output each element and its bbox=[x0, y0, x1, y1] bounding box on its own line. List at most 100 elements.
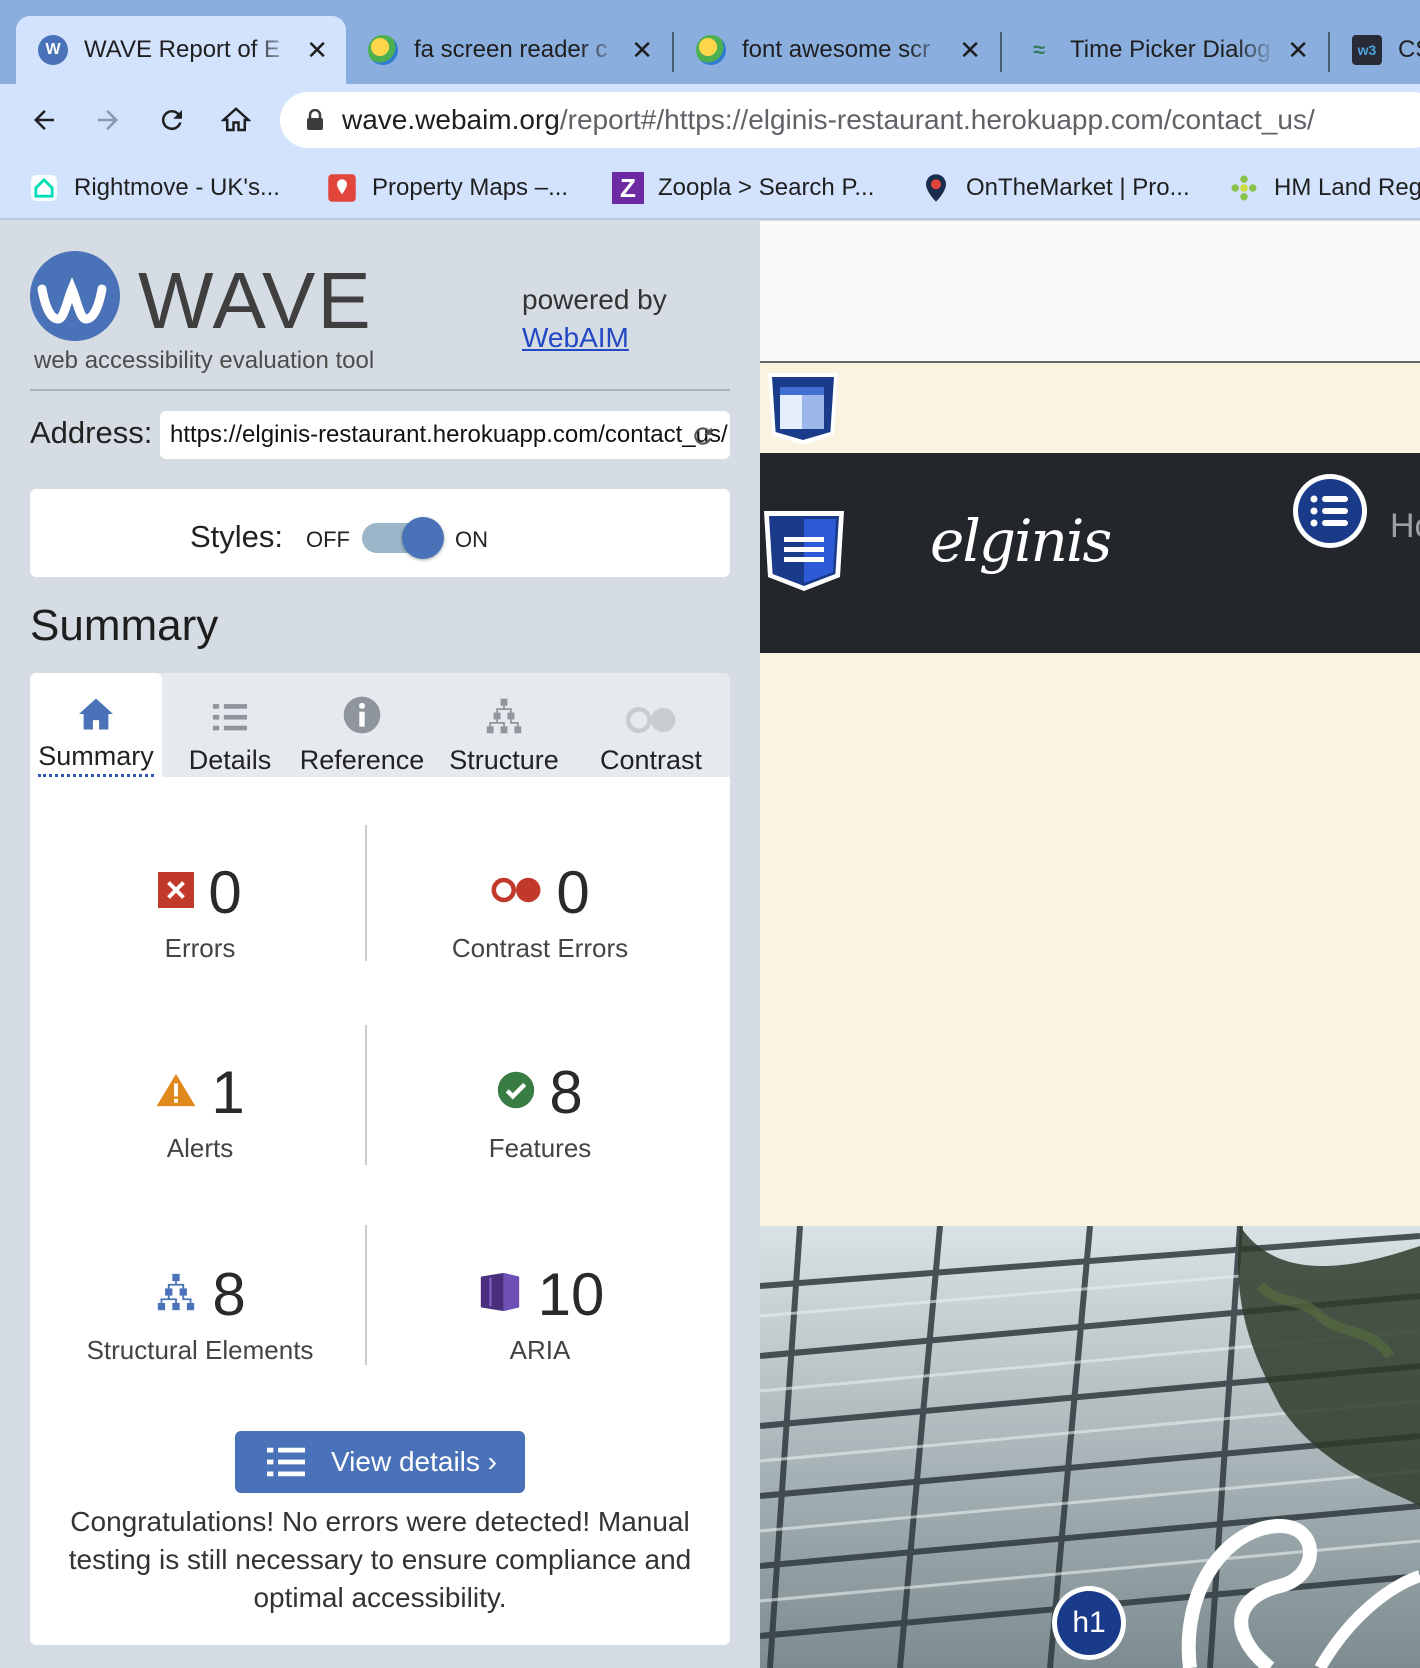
bookmarks-bar: Rightmove - UK's... Property Maps –... Z… bbox=[0, 156, 1420, 220]
alerts-label: Alerts bbox=[166, 1133, 234, 1163]
aria-badge-icon[interactable] bbox=[766, 371, 840, 447]
preview-top-strip bbox=[760, 221, 1420, 363]
back-button[interactable] bbox=[22, 98, 66, 142]
congratulations-message: Congratulations! No errors were detected… bbox=[68, 1506, 692, 1613]
browser-tab-font-awesome[interactable]: font awesome scr ✕ bbox=[674, 16, 999, 84]
angular-material-favicon-icon: ≈ bbox=[1032, 37, 1046, 62]
tab-reference[interactable]: Reference bbox=[292, 673, 432, 777]
stat-alerts[interactable]: 1 Alerts bbox=[30, 1057, 370, 1164]
close-tab-icon[interactable]: ✕ bbox=[959, 35, 981, 66]
divider bbox=[30, 389, 730, 391]
forward-arrow-icon bbox=[98, 110, 118, 130]
structural-count: 8 bbox=[212, 1260, 246, 1328]
contrast-error-icon bbox=[490, 876, 542, 909]
home-icon bbox=[77, 673, 115, 731]
url-host: wave.webaim.org bbox=[342, 104, 560, 135]
webaim-link[interactable]: WebAIM bbox=[522, 322, 629, 353]
tab-title: WAVE Report of E bbox=[84, 36, 281, 63]
aria-count: 10 bbox=[537, 1260, 605, 1328]
tab-details[interactable]: Details bbox=[170, 673, 290, 777]
view-details-button[interactable]: View details › bbox=[235, 1431, 525, 1493]
house-icon bbox=[28, 172, 60, 204]
feature-check-icon bbox=[497, 1071, 535, 1114]
browser-toolbar: wave.webaim.org/report#/https://elginis-… bbox=[0, 84, 1420, 156]
bookmark-label: HM Land Reg bbox=[1274, 174, 1420, 201]
address-input[interactable]: https://elginis-restaurant.herokuapp.com… bbox=[160, 411, 730, 459]
stat-errors[interactable]: 0 Errors bbox=[30, 857, 370, 964]
address-bar[interactable]: wave.webaim.org/report#/https://elginis-… bbox=[280, 92, 1420, 148]
location-pin-icon bbox=[920, 172, 952, 204]
browser-tab-w3schools[interactable]: w3 CS bbox=[1330, 16, 1420, 84]
contrast-errors-label: Contrast Errors bbox=[451, 933, 629, 963]
close-tab-icon[interactable]: ✕ bbox=[631, 35, 653, 66]
close-tab-icon[interactable]: ✕ bbox=[1287, 35, 1309, 66]
land-registry-icon bbox=[1228, 172, 1260, 204]
home-button[interactable] bbox=[214, 98, 258, 142]
styles-label: Styles: bbox=[190, 519, 284, 554]
bookmark-label: Rightmove - UK's... bbox=[74, 174, 280, 201]
summary-heading: Summary bbox=[30, 601, 219, 650]
bookmark-label: OnTheMarket | Pro... bbox=[966, 174, 1190, 201]
contrast-errors-count: 0 bbox=[556, 858, 590, 926]
info-icon bbox=[342, 673, 382, 735]
tab-structure[interactable]: Structure bbox=[434, 673, 574, 777]
zoopla-icon: Z bbox=[612, 172, 644, 204]
close-tab-icon[interactable]: ✕ bbox=[306, 35, 328, 66]
browser-tab-fa-screen-reader[interactable]: fa screen reader c ✕ bbox=[346, 16, 671, 84]
stat-features[interactable]: 8 Features bbox=[370, 1057, 710, 1164]
preview-navbar: elginis Ho bbox=[760, 453, 1420, 653]
tab-label: Summary bbox=[38, 741, 154, 777]
tab-label: Contrast bbox=[599, 745, 703, 775]
h1-badge-label: h1 bbox=[1057, 1591, 1121, 1655]
styles-off-label: OFF bbox=[306, 527, 350, 552]
view-details-label: View details › bbox=[331, 1446, 498, 1477]
browser-tab-wave[interactable]: W WAVE Report of E ✕ bbox=[16, 16, 346, 84]
bookmark-zoopla[interactable]: Z Zoopla > Search P... bbox=[612, 168, 874, 208]
url-path: /report#/https://elginis-restaurant.hero… bbox=[559, 104, 1315, 135]
tab-title: Time Picker Dialog bbox=[1070, 36, 1271, 63]
stat-aria[interactable]: 10 ARIA bbox=[370, 1259, 710, 1366]
wave-tabs: Summary Details Reference Structure Cont… bbox=[30, 673, 730, 777]
bookmark-onthemarket[interactable]: OnTheMarket | Pro... bbox=[920, 168, 1190, 208]
list-icon bbox=[211, 673, 249, 735]
wave-brand-title: WAVE bbox=[138, 256, 373, 345]
stat-structural-elements[interactable]: 8 Structural Elements bbox=[30, 1259, 370, 1366]
w3schools-favicon-icon: w3 bbox=[1352, 35, 1382, 65]
page-preview: elginis Ho h1 bbox=[760, 221, 1420, 1668]
tab-summary[interactable]: Summary bbox=[30, 673, 162, 777]
h1-badge[interactable]: h1 bbox=[1052, 1586, 1126, 1660]
structural-label: Structural Elements bbox=[86, 1335, 314, 1365]
tab-contrast[interactable]: Contrast bbox=[576, 673, 726, 777]
styles-on-label: ON bbox=[455, 527, 488, 552]
summary-panel: 0 Errors 0 Contrast Errors 1 Alerts 8 Fe… bbox=[30, 777, 730, 1645]
bookmark-hm-land-registry[interactable]: HM Land Reg bbox=[1228, 168, 1420, 208]
tab-label: Structure bbox=[449, 745, 559, 775]
tab-title: font awesome scr bbox=[742, 36, 931, 63]
preview-hero-image: h1 bbox=[760, 1226, 1420, 1668]
bookmark-rightmove[interactable]: Rightmove - UK's... bbox=[28, 168, 280, 208]
browser-tabstrip: W WAVE Report of E ✕ fa screen reader c … bbox=[0, 0, 1420, 84]
powered-by-text: powered by bbox=[522, 284, 667, 315]
tab-title: CS bbox=[1398, 36, 1420, 63]
reload-icon bbox=[161, 110, 182, 131]
list-badge-icon[interactable] bbox=[1292, 473, 1368, 549]
preview-site-logo[interactable]: elginis bbox=[930, 507, 1112, 575]
browser-tab-time-picker[interactable]: ≈ Time Picker Dialog ✕ bbox=[1002, 16, 1327, 84]
structure-icon bbox=[154, 1272, 198, 1317]
styles-toggle-knob[interactable] bbox=[402, 517, 444, 559]
aria-badge-icon[interactable] bbox=[762, 509, 846, 593]
stat-contrast-errors[interactable]: 0 Contrast Errors bbox=[370, 857, 710, 964]
bookmark-property-maps[interactable]: Property Maps –... bbox=[326, 168, 568, 208]
forward-button[interactable] bbox=[86, 98, 130, 142]
structure-icon bbox=[483, 673, 525, 735]
back-arrow-icon bbox=[34, 110, 54, 130]
reload-button[interactable] bbox=[150, 98, 194, 142]
tab-label: Reference bbox=[299, 745, 425, 775]
globe-favicon-icon bbox=[696, 35, 726, 65]
features-count: 8 bbox=[549, 1058, 583, 1126]
error-icon bbox=[158, 871, 195, 913]
preview-nav-home-link[interactable]: Ho bbox=[1390, 507, 1420, 546]
tab-label: Details bbox=[188, 745, 272, 775]
reanalyze-icon[interactable] bbox=[690, 423, 716, 454]
map-pin-icon bbox=[326, 172, 358, 204]
